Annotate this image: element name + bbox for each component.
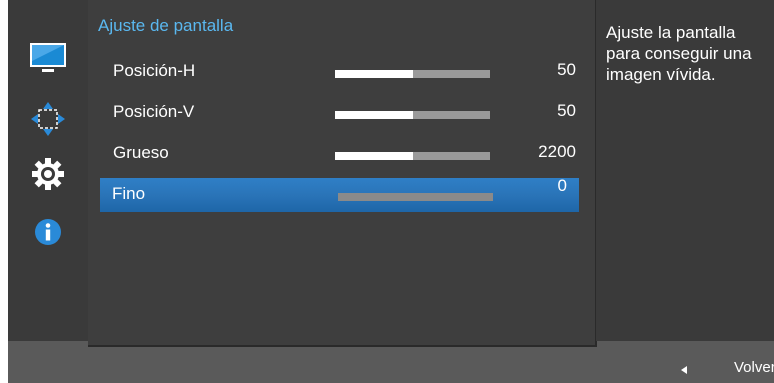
- value-slider[interactable]: [338, 193, 493, 201]
- value-slider[interactable]: [335, 152, 490, 160]
- slider-fill: [335, 152, 413, 160]
- menu-item-value: 2200: [538, 142, 576, 161]
- menu-item-value: 0: [557, 176, 567, 195]
- info-panel: Ajuste la pantalla para conseguir una im…: [596, 0, 774, 341]
- slider-fill: [335, 70, 413, 78]
- menu-item-fino[interactable]: Fino 0: [100, 176, 579, 212]
- move-arrows-icon[interactable]: [8, 99, 88, 139]
- info-description: Ajuste la pantalla para conseguir una im…: [606, 23, 752, 84]
- menu-item-label: Grueso: [113, 143, 169, 162]
- menu-item-value: 50: [557, 101, 576, 120]
- menu-item-label: Posición-H: [113, 61, 196, 80]
- menu-item-posicion-h[interactable]: Posición-H 50: [98, 55, 581, 89]
- value-slider[interactable]: [335, 70, 490, 78]
- value-slider[interactable]: [335, 111, 490, 119]
- menu-item-label: Fino: [112, 184, 146, 203]
- monitor-icon[interactable]: [8, 38, 88, 78]
- osd-window: Ajuste de pantalla Posición-H 50 Posició…: [8, 0, 774, 383]
- menu-item-label: Posición-V: [113, 102, 195, 121]
- left-triangle-icon: [681, 366, 687, 374]
- panel-title: Ajuste de pantalla: [98, 16, 234, 35]
- back-button[interactable]: Volver: [734, 359, 774, 376]
- menu-item-value: 50: [557, 60, 576, 79]
- menu-item-grueso[interactable]: Grueso 2200: [98, 137, 581, 171]
- info-icon[interactable]: [8, 212, 88, 252]
- gear-icon[interactable]: [8, 154, 88, 194]
- menu-item-posicion-v[interactable]: Posición-V 50: [98, 96, 581, 130]
- sidebar: [8, 0, 88, 341]
- settings-panel: Ajuste de pantalla Posición-H 50 Posició…: [88, 0, 597, 347]
- slider-fill: [335, 111, 413, 119]
